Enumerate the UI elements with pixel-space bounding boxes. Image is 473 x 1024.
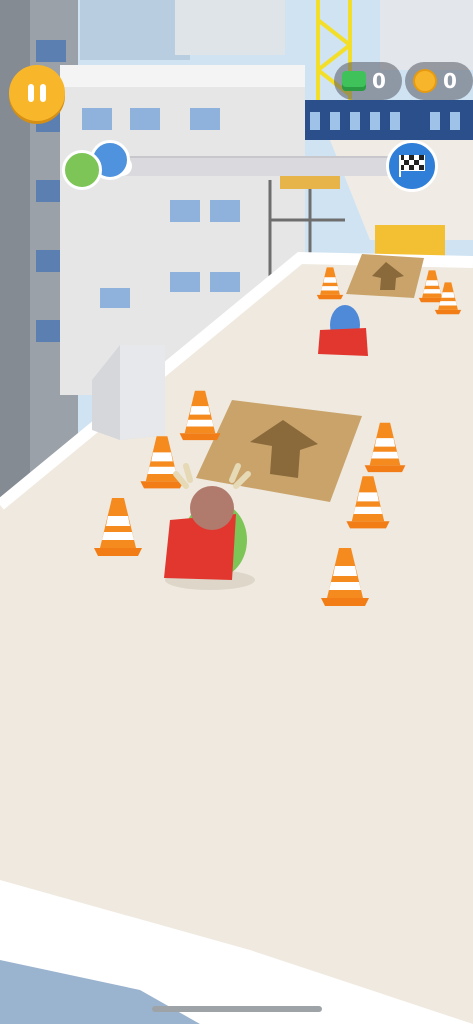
gem-counter: 0: [334, 62, 402, 100]
pause-icon: [28, 84, 46, 102]
race-progress-bar: [96, 156, 396, 176]
coin-count: 0: [443, 69, 457, 93]
coin-icon: [413, 69, 437, 93]
player-avatar: [62, 150, 102, 190]
finish-flag-badge: [386, 140, 438, 192]
coin-counter: 0: [405, 62, 473, 100]
home-indicator: [152, 1006, 322, 1012]
checkered-flag-icon: [399, 155, 425, 177]
pause-button[interactable]: [9, 65, 65, 121]
gem-icon: [342, 71, 366, 91]
gem-count: 0: [372, 69, 386, 93]
